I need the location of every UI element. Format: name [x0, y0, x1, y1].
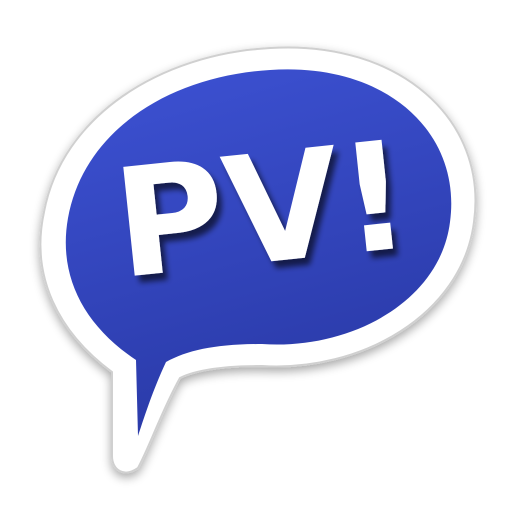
- app-icon: PV!: [0, 0, 512, 512]
- speech-bubble-icon: PV!: [39, 46, 477, 474]
- logo-text: PV!: [107, 109, 418, 313]
